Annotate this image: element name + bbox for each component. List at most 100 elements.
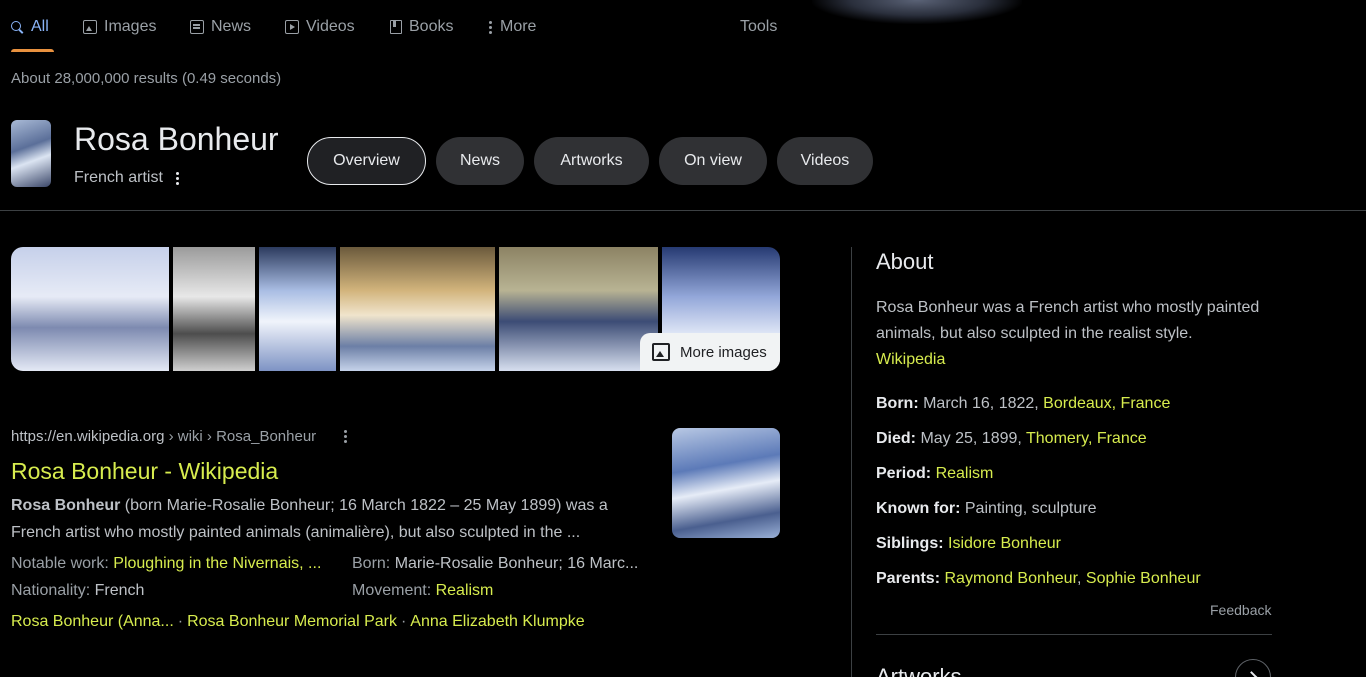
kp-link[interactable]: Realism [936,465,994,482]
kp-fact-known-for: Known for: Painting, sculpture [876,500,1097,518]
sitelink-separator: · [400,613,407,630]
kp-value: May 25, 1899, [916,430,1026,447]
entity-subtitle: French artist [74,169,163,186]
snippet-bold: Rosa Bonheur [11,497,121,514]
kp-link[interactable]: Raymond Bonheur [944,570,1077,587]
kp-label: Born: [876,395,919,412]
fact-label: Movement: [352,582,436,599]
kp-link[interactable]: Bordeaux, France [1043,395,1170,412]
result-url-row: https://en.wikipedia.org › wiki › Rosa_B… [11,428,348,445]
tab-all[interactable]: All [11,17,49,37]
result-snippet: Rosa Bonheur (born Marie-Rosalie Bonheur… [11,492,651,546]
image-icon [83,20,97,34]
image-thumbnail[interactable] [259,247,338,371]
result-stats: About 28,000,000 results (0.49 seconds) [11,70,282,87]
tab-label: More [500,18,537,35]
kp-fact-born: Born: March 16, 1822, Bordeaux, France [876,395,1170,413]
entity-thumbnail[interactable] [11,120,51,187]
about-text: Rosa Bonheur was a French artist who mos… [876,299,1260,342]
about-source-link[interactable]: Wikipedia [876,347,1276,373]
tab-videos[interactable]: Videos [285,17,355,37]
video-icon [285,20,299,34]
kp-link[interactable]: Thomery, France [1026,430,1147,447]
chevron-right-icon[interactable] [1235,659,1271,677]
result-breadcrumb: › wiki › Rosa_Bonheur [164,428,317,445]
more-options-icon[interactable] [175,171,179,185]
kp-label: Parents: [876,570,941,587]
news-icon [190,20,204,34]
panel-divider [851,247,852,677]
chip-overview[interactable]: Overview [307,137,426,185]
fact-movement: Movement: Realism [352,582,493,600]
kp-value: March 16, 1822, [918,395,1044,412]
fact-value: French [94,582,145,599]
fact-label: Notable work: [11,555,114,572]
entity-subtitle-row: French artist [74,169,179,187]
fact-value: Marie-Rosalie Bonheur; 16 Marc... [394,555,639,572]
sitelink[interactable]: Rosa Bonheur (Anna... [11,613,174,630]
about-description: Rosa Bonheur was a French artist who mos… [876,295,1276,373]
tab-more[interactable]: More [489,17,536,37]
tab-images[interactable]: Images [83,17,156,37]
chip-artworks[interactable]: Artworks [534,137,649,185]
chip-label: Artworks [560,152,623,169]
tab-label: Videos [306,18,355,35]
kp-fact-period: Period: Realism [876,465,993,483]
kp-link[interactable]: Isidore Bonheur [948,535,1061,552]
image-thumbnail[interactable] [173,247,257,371]
tools-label: Tools [740,18,778,35]
tab-news[interactable]: News [190,17,251,37]
image-thumbnail[interactable] [11,247,171,371]
kp-label: Period: [876,465,932,482]
sitelink[interactable]: Anna Elizabeth Klumpke [410,613,584,630]
kp-fact-siblings: Siblings: Isidore Bonheur [876,535,1061,553]
result-url[interactable]: https://en.wikipedia.org › wiki › Rosa_B… [11,428,316,445]
chip-videos[interactable]: Videos [777,137,873,185]
fact-link[interactable]: Ploughing in the Nivernais, ... [113,555,321,572]
active-tab-indicator [11,49,54,52]
tab-label: Images [104,18,157,35]
more-images-label: More images [680,343,767,361]
result-sitelinks: Rosa Bonheur (Anna... · Rosa Bonheur Memor… [11,613,585,631]
tab-books[interactable]: Books [390,17,453,37]
image-thumbnail[interactable] [340,247,497,371]
fact-notable-work: Notable work: Ploughing in the Nivernais… [11,555,321,573]
kp-fact-died: Died: May 25, 1899, Thomery, France [876,430,1147,448]
kp-label: Siblings: [876,535,944,552]
chip-label: Videos [800,152,850,169]
chip-label: Overview [333,152,400,169]
entity-title: Rosa Bonheur [74,121,279,157]
tools-button[interactable]: Tools [740,17,777,37]
header-divider [0,210,1366,211]
image-thumbnail[interactable] [499,247,660,371]
more-images-button[interactable]: More images [640,333,780,371]
chip-label: News [459,152,500,169]
image-strip: More images [11,247,780,371]
chip-on-view[interactable]: On view [659,137,767,185]
result-title-link[interactable]: Rosa Bonheur - Wikipedia [11,458,278,485]
sitelink-separator: · [177,613,184,630]
chip-news[interactable]: News [436,137,524,185]
result-options-icon[interactable] [344,430,348,443]
kp-label: Known for: [876,500,961,517]
feedback-link[interactable]: Feedback [1210,602,1271,618]
kp-label: Died: [876,430,916,447]
fact-born: Born: Marie-Rosalie Bonheur; 16 Marc... [352,555,638,573]
tab-label: All [31,18,49,35]
panel-section-divider [876,634,1272,635]
fact-nationality: Nationality: French [11,582,144,600]
artworks-heading: Artworks [876,664,962,677]
kp-link[interactable]: Sophie Bonheur [1086,570,1201,587]
about-heading: About [876,249,934,274]
search-icon [11,20,24,34]
result-thumbnail[interactable] [672,428,780,538]
fact-link[interactable]: Realism [436,582,494,599]
image-icon [652,343,670,361]
search-nav-tabs: All Images News Videos Books More Tools [0,0,1366,54]
book-icon [390,20,402,34]
more-vert-icon [489,20,493,34]
fact-label: Born: [352,555,395,572]
sitelink[interactable]: Rosa Bonheur Memorial Park [187,613,397,630]
fact-label: Nationality: [11,582,95,599]
tab-label: News [211,18,252,35]
